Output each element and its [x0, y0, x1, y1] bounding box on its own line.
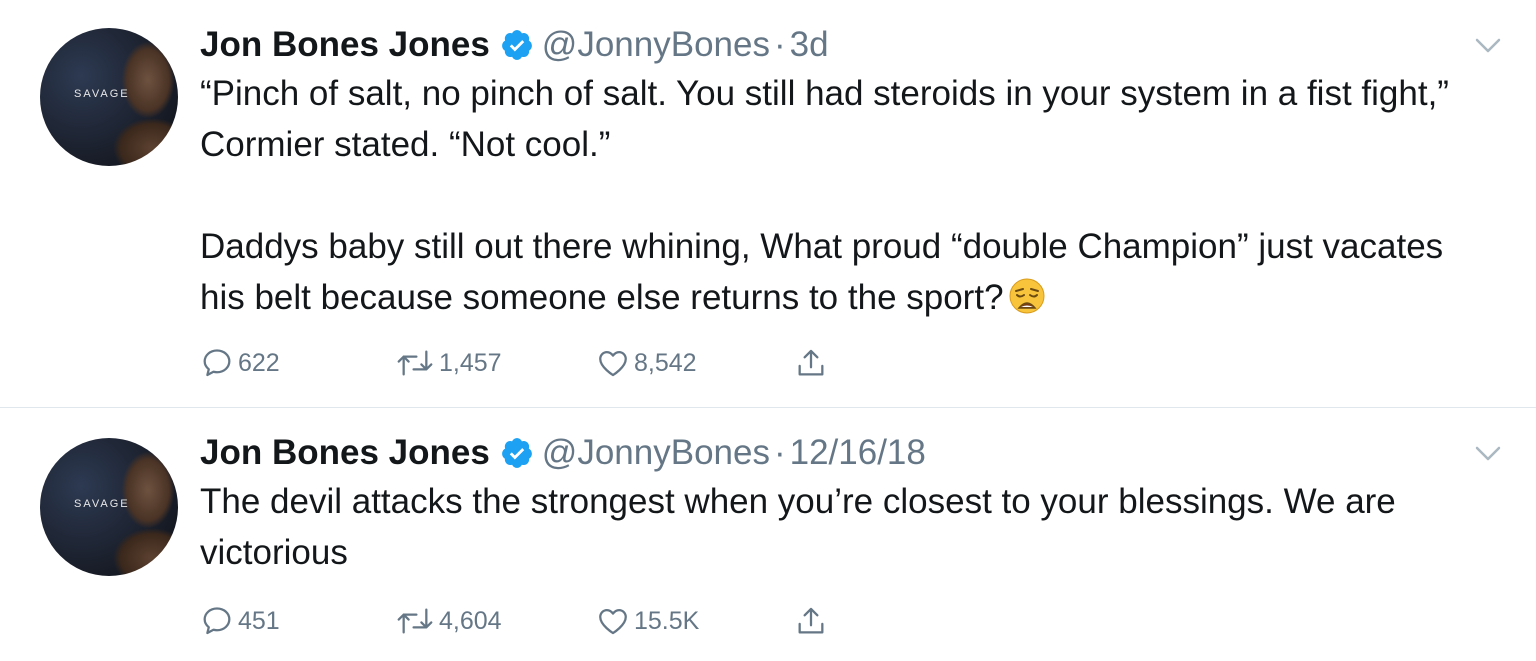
- separator-dot: ·: [773, 25, 786, 64]
- tweet[interactable]: SAVAGE Jon Bones Jones @JonnyBones · 3d …: [0, 0, 1536, 407]
- chevron-down-icon[interactable]: [1474, 37, 1502, 55]
- author-handle[interactable]: @JonnyBones: [542, 433, 770, 473]
- tweet-actions: 622 1,457 8,542: [200, 343, 900, 383]
- avatar-text: SAVAGE: [74, 88, 130, 100]
- like-count: 15.5K: [634, 606, 700, 635]
- reply-count: 451: [238, 606, 280, 635]
- reply-count: 622: [238, 348, 280, 377]
- share-button[interactable]: [794, 601, 832, 641]
- retweet-count: 1,457: [439, 348, 502, 377]
- author-handle[interactable]: @JonnyBones: [542, 25, 770, 65]
- tweet-timestamp[interactable]: 3d: [790, 25, 829, 65]
- like-button[interactable]: 8,542: [596, 343, 697, 383]
- author-name[interactable]: Jon Bones Jones: [200, 25, 490, 65]
- share-icon: [798, 349, 824, 376]
- separator-dot: ·: [773, 433, 786, 472]
- tweet-text-content: The devil attacks the strongest when you…: [200, 482, 1406, 572]
- reply-button[interactable]: 622: [200, 343, 280, 383]
- chevron-down-icon[interactable]: [1474, 445, 1502, 463]
- weary-face-emoji: [1009, 278, 1045, 314]
- tweet-text: “Pinch of salt, no pinch of salt. You st…: [200, 68, 1490, 323]
- reply-button[interactable]: 451: [200, 601, 280, 641]
- tweet-header: Jon Bones Jones @JonnyBones · 12/16/18: [200, 430, 926, 476]
- reply-icon: [203, 607, 231, 635]
- heart-icon: [599, 608, 627, 635]
- verified-badge-icon: [501, 30, 532, 60]
- tweet[interactable]: SAVAGE Jon Bones Jones @JonnyBones · 12/…: [0, 408, 1536, 661]
- tweet-timestamp[interactable]: 12/16/18: [790, 433, 926, 473]
- reply-icon: [203, 349, 231, 377]
- retweet-icon: [397, 608, 433, 634]
- like-count: 8,542: [634, 348, 697, 377]
- share-button[interactable]: [794, 343, 832, 383]
- avatar-text: SAVAGE: [74, 498, 130, 510]
- author-name[interactable]: Jon Bones Jones: [200, 433, 490, 473]
- share-icon: [798, 607, 824, 634]
- verified-badge-icon: [501, 438, 532, 468]
- tweet-actions: 451 4,604 15.5K: [200, 601, 900, 641]
- like-button[interactable]: 15.5K: [596, 601, 699, 641]
- heart-icon: [599, 350, 627, 377]
- tweet-header: Jon Bones Jones @JonnyBones · 3d: [200, 22, 829, 68]
- retweet-button[interactable]: 1,457: [395, 343, 502, 383]
- avatar[interactable]: SAVAGE: [40, 438, 178, 576]
- avatar[interactable]: SAVAGE: [40, 28, 178, 166]
- tweet-text-content: “Pinch of salt, no pinch of salt. You st…: [200, 74, 1449, 317]
- retweet-button[interactable]: 4,604: [395, 601, 502, 641]
- tweet-text: The devil attacks the strongest when you…: [200, 476, 1490, 578]
- retweet-icon: [397, 350, 433, 376]
- retweet-count: 4,604: [439, 606, 502, 635]
